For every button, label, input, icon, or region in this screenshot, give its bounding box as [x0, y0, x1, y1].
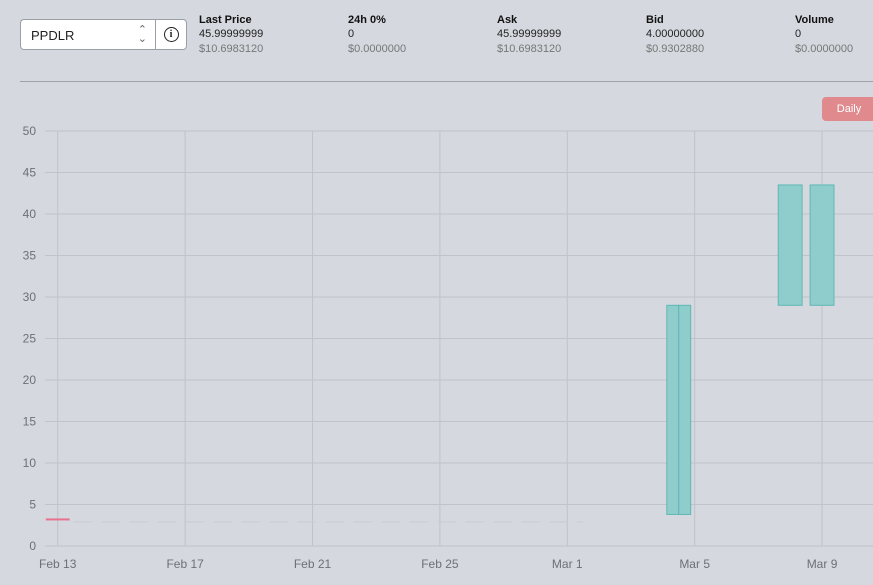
y-tick-label: 30: [23, 290, 37, 304]
candle-bar: [777, 184, 803, 306]
candle-bar: [809, 184, 835, 306]
x-tick-label: Mar 5: [679, 557, 710, 571]
y-tick-label: 15: [23, 415, 37, 429]
x-tick-label: Mar 9: [807, 557, 838, 571]
candle-bar: [678, 304, 692, 515]
y-tick-label: 50: [23, 124, 37, 138]
y-tick-label: 5: [29, 498, 36, 512]
y-tick-label: 10: [23, 456, 37, 470]
candle-bar: [45, 518, 70, 521]
price-chart[interactable]: 0 5 10 15 20 25 30 35 40 45 50 Feb 13 Feb 17 Feb 21 Fe…: [0, 0, 873, 585]
y-tick-label: 25: [23, 332, 37, 346]
x-tick-label: Feb 17: [166, 557, 204, 571]
y-tick-label: 35: [23, 249, 37, 263]
y-tick-label: 20: [23, 373, 37, 387]
y-tick-label: 45: [23, 166, 37, 180]
x-tick-label: Feb 13: [39, 557, 77, 571]
x-tick-label: Feb 25: [421, 557, 459, 571]
y-tick-label: 0: [29, 539, 36, 553]
x-tick-label: Mar 1: [552, 557, 583, 571]
candle-bar: [666, 304, 680, 515]
y-tick-label: 40: [23, 207, 37, 221]
x-tick-label: Feb 21: [294, 557, 332, 571]
